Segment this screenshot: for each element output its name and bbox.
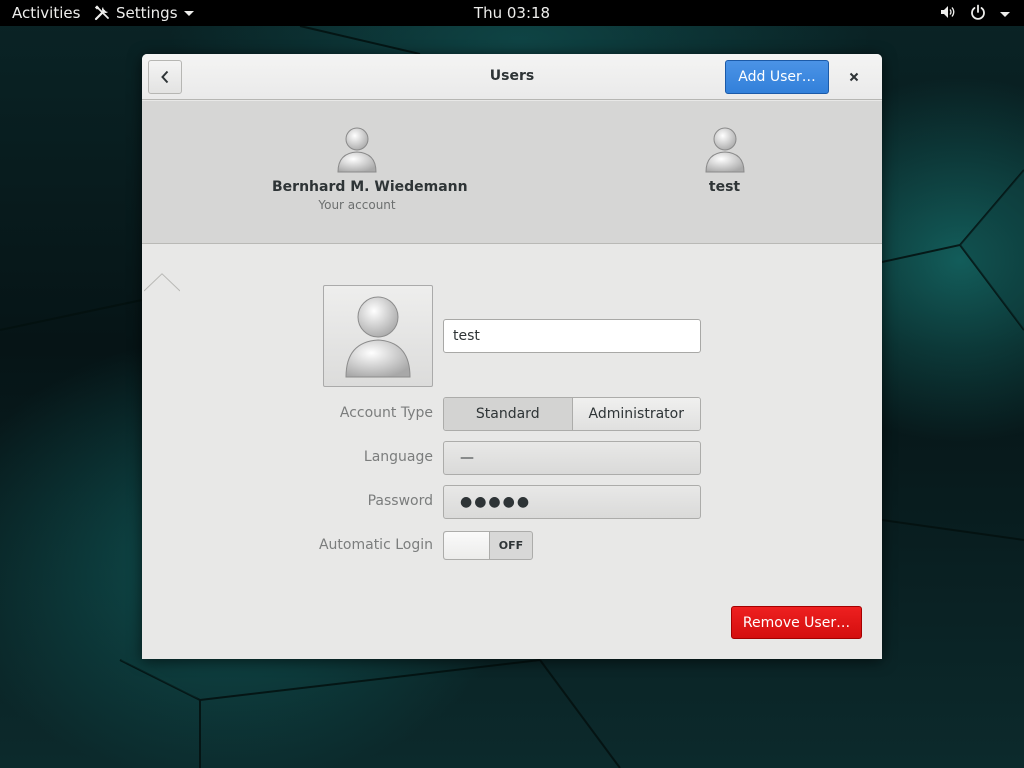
power-icon — [970, 4, 986, 24]
account-type-selector: Standard Administrator — [443, 397, 701, 431]
user-carousel-item-bernhard[interactable]: Bernhard M. Wiedemann Your account — [272, 125, 468, 212]
add-user-button[interactable]: Add User… — [725, 60, 829, 94]
chevron-down-icon — [1000, 11, 1010, 17]
switch-state-label: OFF — [498, 539, 524, 552]
user-avatar-icon — [345, 296, 411, 378]
selection-arrow — [144, 273, 180, 292]
automatic-login-switch[interactable]: OFF — [443, 531, 533, 560]
switch-knob — [444, 532, 490, 559]
password-value: ●●●●● — [460, 494, 532, 510]
volume-icon — [940, 5, 956, 23]
users-settings-window: Users Add User… Bernhard M. Wiedemann Yo… — [142, 54, 882, 659]
user-avatar-icon — [704, 127, 745, 173]
remove-user-button[interactable]: Remove User… — [731, 606, 862, 639]
automatic-login-label: Automatic Login — [318, 537, 433, 553]
language-button[interactable]: — — [443, 441, 701, 475]
clock-label: Thu 03:18 — [473, 4, 551, 22]
close-icon — [849, 72, 859, 82]
account-name: test — [708, 179, 741, 195]
user-carousel: Bernhard M. Wiedemann Your account test — [142, 101, 882, 292]
password-button[interactable]: ●●●●● — [443, 485, 701, 519]
clock[interactable]: Thu 03:18 — [0, 4, 1024, 22]
account-type-label: Account Type — [339, 405, 433, 421]
status-menu[interactable] — [940, 4, 1010, 24]
full-name-field[interactable]: test — [443, 319, 701, 353]
user-avatar-button[interactable] — [323, 285, 433, 387]
account-name: Bernhard M. Wiedemann — [272, 179, 468, 195]
language-label: Language — [363, 449, 433, 465]
top-bar: Activities Settings Thu 03:18 — [0, 0, 1024, 26]
password-label: Password — [367, 493, 433, 509]
user-avatar-icon — [337, 127, 377, 173]
close-button[interactable] — [844, 67, 864, 87]
user-carousel-item-test[interactable]: test — [682, 125, 767, 195]
header-bar: Users Add User… — [142, 54, 882, 100]
account-type-standard-button[interactable]: Standard — [444, 398, 573, 430]
account-type-administrator-button[interactable]: Administrator — [572, 398, 700, 430]
account-subtitle: Your account — [318, 198, 396, 212]
